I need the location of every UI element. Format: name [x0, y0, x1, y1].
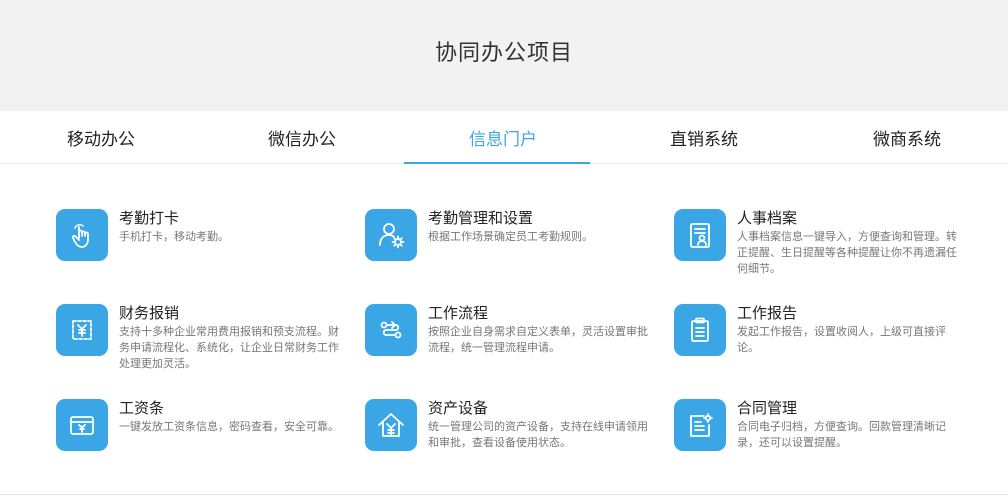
- feature-title: 财务报销: [119, 304, 180, 322]
- feature-desc: 支持十多种企业常用费用报销和预支流程。财务申请流程化、系统化，让企业日常财务工作…: [119, 325, 339, 370]
- feature-title: 人事档案: [737, 209, 798, 227]
- feature-card-contracts[interactable]: 合同管理 合同电子归档，方便查询。回款管理清晰记录，还可以设置提醒。: [674, 399, 964, 479]
- feature-desc: 一键发放工资条信息，密码查看，安全可靠。: [119, 420, 339, 433]
- feature-title: 工资条: [119, 399, 165, 417]
- feature-card-payslip[interactable]: 工资条 一键发放工资条信息，密码查看，安全可靠。: [56, 399, 346, 479]
- feature-card-personnel-files[interactable]: 人事档案 人事档案信息一键导入，方便查询和管理。转正提醒、生日提醒等各种提醒让你…: [674, 209, 964, 289]
- contract-gear-icon: [674, 399, 726, 451]
- feature-desc: 合同电子归档，方便查询。回款管理清晰记录，还可以设置提醒。: [737, 420, 946, 449]
- feature-desc: 按照企业自身需求自定义表单，灵活设置审批流程，统一管理流程申请。: [428, 325, 648, 354]
- receipt-yen-icon: [56, 304, 108, 356]
- feature-card-attendance-punch[interactable]: 考勤打卡 手机打卡，移动考勤。: [56, 209, 346, 289]
- tab-wechat-office[interactable]: 微信办公: [209, 111, 395, 164]
- feature-title: 工作报告: [737, 304, 798, 322]
- tab-info-portal[interactable]: 信息门户: [410, 111, 596, 164]
- tab-bar: 移动办公 微信办公 信息门户 直销系统 微商系统: [0, 111, 1008, 164]
- personnel-file-icon: [674, 209, 726, 261]
- payslip-icon: [56, 399, 108, 451]
- feature-grid: 考勤打卡 手机打卡，移动考勤。 考勤管理和设置 根据工作场景确定员工考勤规则。 …: [0, 164, 1008, 495]
- feature-card-work-report[interactable]: 工作报告 发起工作报告，设置收阅人，上级可直接评论。: [674, 304, 964, 384]
- feature-desc: 根据工作场景确定员工考勤规则。: [428, 230, 593, 243]
- feature-desc: 统一管理公司的资产设备，支持在线申请领用和审批，查看设备使用状态。: [428, 420, 648, 449]
- feature-desc: 发起工作报告，设置收阅人，上级可直接评论。: [737, 325, 946, 354]
- feature-title: 考勤打卡: [119, 209, 180, 227]
- feature-title: 考勤管理和设置: [428, 209, 534, 227]
- tab-micro-business[interactable]: 微商系统: [814, 111, 1000, 164]
- feature-desc: 人事档案信息一键导入，方便查询和管理。转正提醒、生日提醒等各种提醒让你不再遗漏任…: [737, 230, 957, 275]
- touch-hand-icon: [56, 209, 108, 261]
- tab-mobile-office[interactable]: 移动办公: [8, 111, 194, 164]
- feature-title: 资产设备: [428, 399, 489, 417]
- workflow-icon: [365, 304, 417, 356]
- feature-title: 工作流程: [428, 304, 489, 322]
- feature-card-expense-reimbursement[interactable]: 财务报销 支持十多种企业常用费用报销和预支流程。财务申请流程化、系统化，让企业日…: [56, 304, 346, 384]
- clipboard-report-icon: [674, 304, 726, 356]
- asset-house-icon: [365, 399, 417, 451]
- page-header: 协同办公项目: [0, 0, 1008, 111]
- feature-card-workflow[interactable]: 工作流程 按照企业自身需求自定义表单，灵活设置审批流程，统一管理流程申请。: [365, 304, 655, 384]
- user-gear-icon: [365, 209, 417, 261]
- feature-desc: 手机打卡，移动考勤。: [119, 230, 229, 243]
- feature-card-assets[interactable]: 资产设备 统一管理公司的资产设备，支持在线申请领用和审批，查看设备使用状态。: [365, 399, 655, 479]
- tab-direct-sales[interactable]: 直销系统: [611, 111, 797, 164]
- feature-card-attendance-settings[interactable]: 考勤管理和设置 根据工作场景确定员工考勤规则。: [365, 209, 655, 289]
- page-title: 协同办公项目: [434, 41, 573, 66]
- feature-title: 合同管理: [737, 399, 798, 417]
